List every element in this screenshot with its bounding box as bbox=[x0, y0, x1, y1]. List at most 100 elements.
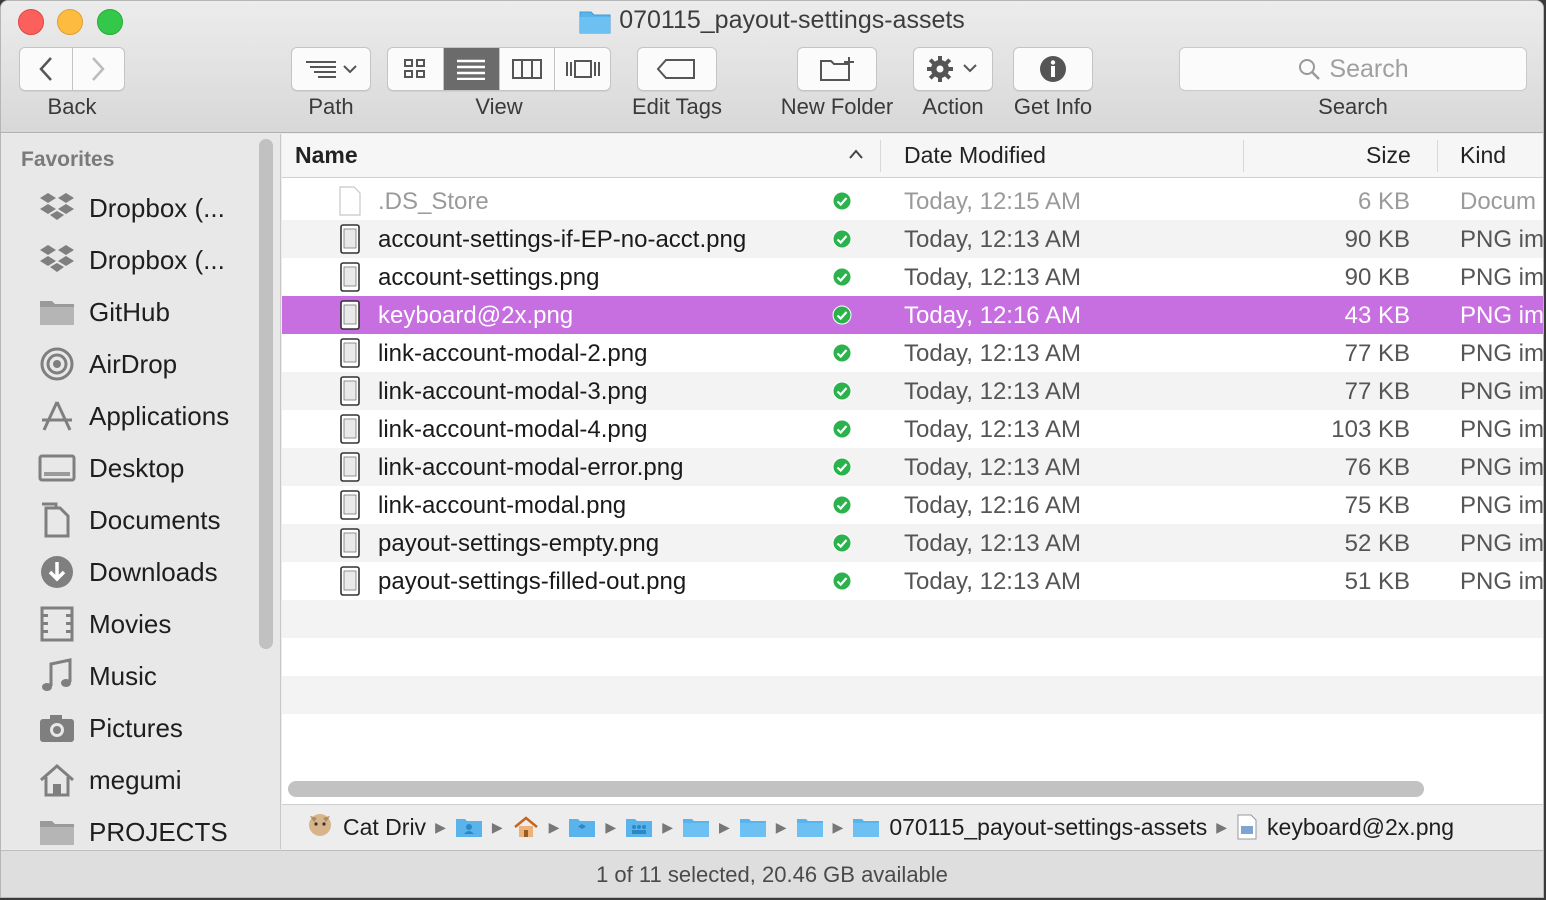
file-kind: PNG im bbox=[1460, 416, 1544, 443]
edit-tags-button[interactable] bbox=[637, 47, 717, 91]
file-size: 77 KB bbox=[1344, 340, 1410, 367]
user-folder-icon[interactable] bbox=[455, 816, 483, 838]
file-row-selected[interactable]: keyboard@2x.png Today, 12:16 AM 43 KB PNG i… bbox=[282, 296, 1543, 334]
horizontal-scrollbar[interactable] bbox=[288, 781, 1424, 797]
sidebar-item-label: Documents bbox=[89, 504, 221, 535]
documents-icon bbox=[37, 502, 77, 538]
status-text: 1 of 11 selected, 20.46 GB available bbox=[596, 862, 948, 887]
column-kind-header[interactable]: Kind bbox=[1460, 142, 1506, 169]
back-forward-control bbox=[19, 47, 125, 91]
path-button[interactable] bbox=[291, 47, 371, 91]
empty-row bbox=[282, 714, 1543, 752]
action-button[interactable] bbox=[913, 47, 993, 91]
new-folder-button[interactable] bbox=[797, 47, 877, 91]
file-row[interactable]: link-account-modal-2.png Today, 12:13 AM 7… bbox=[282, 334, 1544, 372]
sidebar-item-label: Pictures bbox=[89, 712, 183, 743]
sidebar-item-music[interactable]: Music bbox=[37, 654, 157, 698]
column-separator[interactable] bbox=[880, 140, 881, 172]
path-arrow-icon: ▶ bbox=[775, 818, 787, 835]
get-info-label: Get Info bbox=[1013, 94, 1093, 119]
view-control bbox=[387, 47, 611, 91]
file-date: Today, 12:13 AM bbox=[904, 454, 1081, 481]
folder-icon[interactable] bbox=[682, 816, 710, 838]
file-date: Today, 12:13 AM bbox=[904, 530, 1081, 557]
search-input[interactable]: Search bbox=[1179, 47, 1527, 91]
sidebar-item-desktop[interactable]: Desktop bbox=[37, 446, 184, 490]
path-segment-folder[interactable]: 070115_payout-settings-assets bbox=[889, 814, 1207, 841]
sidebar-item-documents[interactable]: Documents bbox=[37, 498, 221, 542]
path-arrow-icon: ▶ bbox=[548, 818, 560, 835]
file-row[interactable]: link-account-modal.png Today, 12:16 AM 75 … bbox=[282, 486, 1543, 524]
sidebar-item-label: Music bbox=[89, 660, 157, 691]
file-date: Today, 12:13 AM bbox=[904, 568, 1081, 595]
music-note-icon bbox=[37, 658, 77, 694]
home-icon[interactable] bbox=[512, 816, 540, 838]
png-file-icon bbox=[340, 262, 360, 292]
folder-icon bbox=[37, 814, 77, 849]
sidebar: Favorites Dropbox (... Dropbox (... GitH… bbox=[1, 134, 281, 849]
column-size-header[interactable]: Size bbox=[1366, 142, 1411, 169]
sidebar-item-label: Applications bbox=[89, 400, 230, 431]
search-placeholder: Search bbox=[1329, 54, 1409, 83]
file-row[interactable]: payout-settings-filled-out.png Today, 12:… bbox=[282, 562, 1543, 600]
png-file-icon bbox=[340, 452, 360, 482]
tag-icon bbox=[656, 59, 695, 79]
sidebar-item-downloads[interactable]: Downloads bbox=[37, 550, 218, 594]
file-size: 75 KB bbox=[1344, 492, 1410, 519]
window-title: 070115_payout-settings-assets bbox=[1, 6, 1543, 35]
file-row[interactable]: link-account-modal-3.png Today, 12:13 AM 7… bbox=[282, 372, 1543, 410]
folder-icon bbox=[37, 294, 77, 330]
sidebar-item-github[interactable]: GitHub bbox=[37, 290, 170, 334]
column-date-header[interactable]: Date Modified bbox=[904, 142, 1046, 169]
new-folder-icon bbox=[820, 57, 854, 81]
file-row[interactable]: link-account-modal-error.png Today, 12:13… bbox=[282, 448, 1543, 486]
file-kind: PNG im bbox=[1460, 340, 1544, 367]
sidebar-header-favorites: Favorites bbox=[21, 148, 115, 171]
coverflow-view-button[interactable] bbox=[555, 48, 610, 90]
file-size: 77 KB bbox=[1344, 378, 1410, 405]
grid-icon bbox=[404, 59, 426, 78]
path-bar: Cat Driv ▶ ▶ ▶ ▶ ▶ ▶ ▶ ▶ 070115_payout-s… bbox=[282, 804, 1543, 849]
window-title-text: 070115_payout-settings-assets bbox=[619, 6, 965, 34]
shared-folder-icon[interactable] bbox=[625, 816, 653, 838]
sidebar-scrollbar[interactable] bbox=[259, 139, 273, 649]
coverflow-icon bbox=[565, 60, 600, 78]
folder-icon bbox=[853, 819, 880, 837]
forward-button[interactable] bbox=[73, 48, 125, 90]
back-button[interactable] bbox=[20, 48, 73, 90]
chevron-left-icon bbox=[39, 57, 52, 81]
column-separator[interactable] bbox=[1243, 140, 1244, 172]
sidebar-item-megumi[interactable]: megumi bbox=[37, 758, 181, 802]
path-segment-file[interactable]: keyboard@2x.png bbox=[1267, 814, 1454, 841]
sidebar-item-pictures[interactable]: Pictures bbox=[37, 706, 183, 750]
file-kind: PNG im bbox=[1460, 264, 1544, 291]
sync-check-icon bbox=[832, 571, 852, 591]
sort-ascending-icon bbox=[849, 149, 863, 159]
sidebar-item-dropbox-1[interactable]: Dropbox (... bbox=[37, 186, 225, 230]
back-label: Back bbox=[47, 94, 97, 119]
file-name: account-settings.png bbox=[378, 264, 600, 291]
dropbox-folder-icon[interactable] bbox=[568, 816, 596, 838]
sidebar-item-movies[interactable]: Movies bbox=[37, 602, 171, 646]
sidebar-item-airdrop[interactable]: AirDrop bbox=[37, 342, 177, 386]
folder-icon[interactable] bbox=[739, 816, 767, 838]
icon-view-button[interactable] bbox=[388, 48, 444, 90]
column-separator[interactable] bbox=[1437, 140, 1438, 172]
file-row[interactable]: payout-settings-empty.png Today, 12:13 AM… bbox=[282, 524, 1543, 562]
file-date: Today, 12:13 AM bbox=[904, 226, 1081, 253]
column-name-header[interactable]: Name bbox=[295, 142, 358, 169]
folder-icon[interactable] bbox=[796, 816, 824, 838]
file-row[interactable]: account-settings.png Today, 12:13 AM 90 KB… bbox=[282, 258, 1544, 296]
sidebar-item-dropbox-2[interactable]: Dropbox (... bbox=[37, 238, 225, 282]
path-segment-root[interactable]: Cat Driv bbox=[343, 814, 426, 841]
file-row[interactable]: .DS_Store Today, 12:15 AM 6 KB Docum bbox=[282, 182, 1543, 220]
sidebar-item-applications[interactable]: Applications bbox=[37, 394, 229, 438]
file-row[interactable]: link-account-modal-4.png Today, 12:13 AM 1… bbox=[282, 410, 1544, 448]
get-info-button[interactable] bbox=[1013, 47, 1093, 91]
file-row[interactable]: account-settings-if-EP-no-acct.png Today,… bbox=[282, 220, 1543, 258]
sidebar-item-projects[interactable]: PROJECTS bbox=[37, 810, 228, 849]
list-view-button[interactable] bbox=[443, 48, 500, 90]
column-view-button[interactable] bbox=[500, 48, 556, 90]
png-file-icon bbox=[340, 300, 360, 330]
png-file-icon bbox=[340, 566, 360, 596]
